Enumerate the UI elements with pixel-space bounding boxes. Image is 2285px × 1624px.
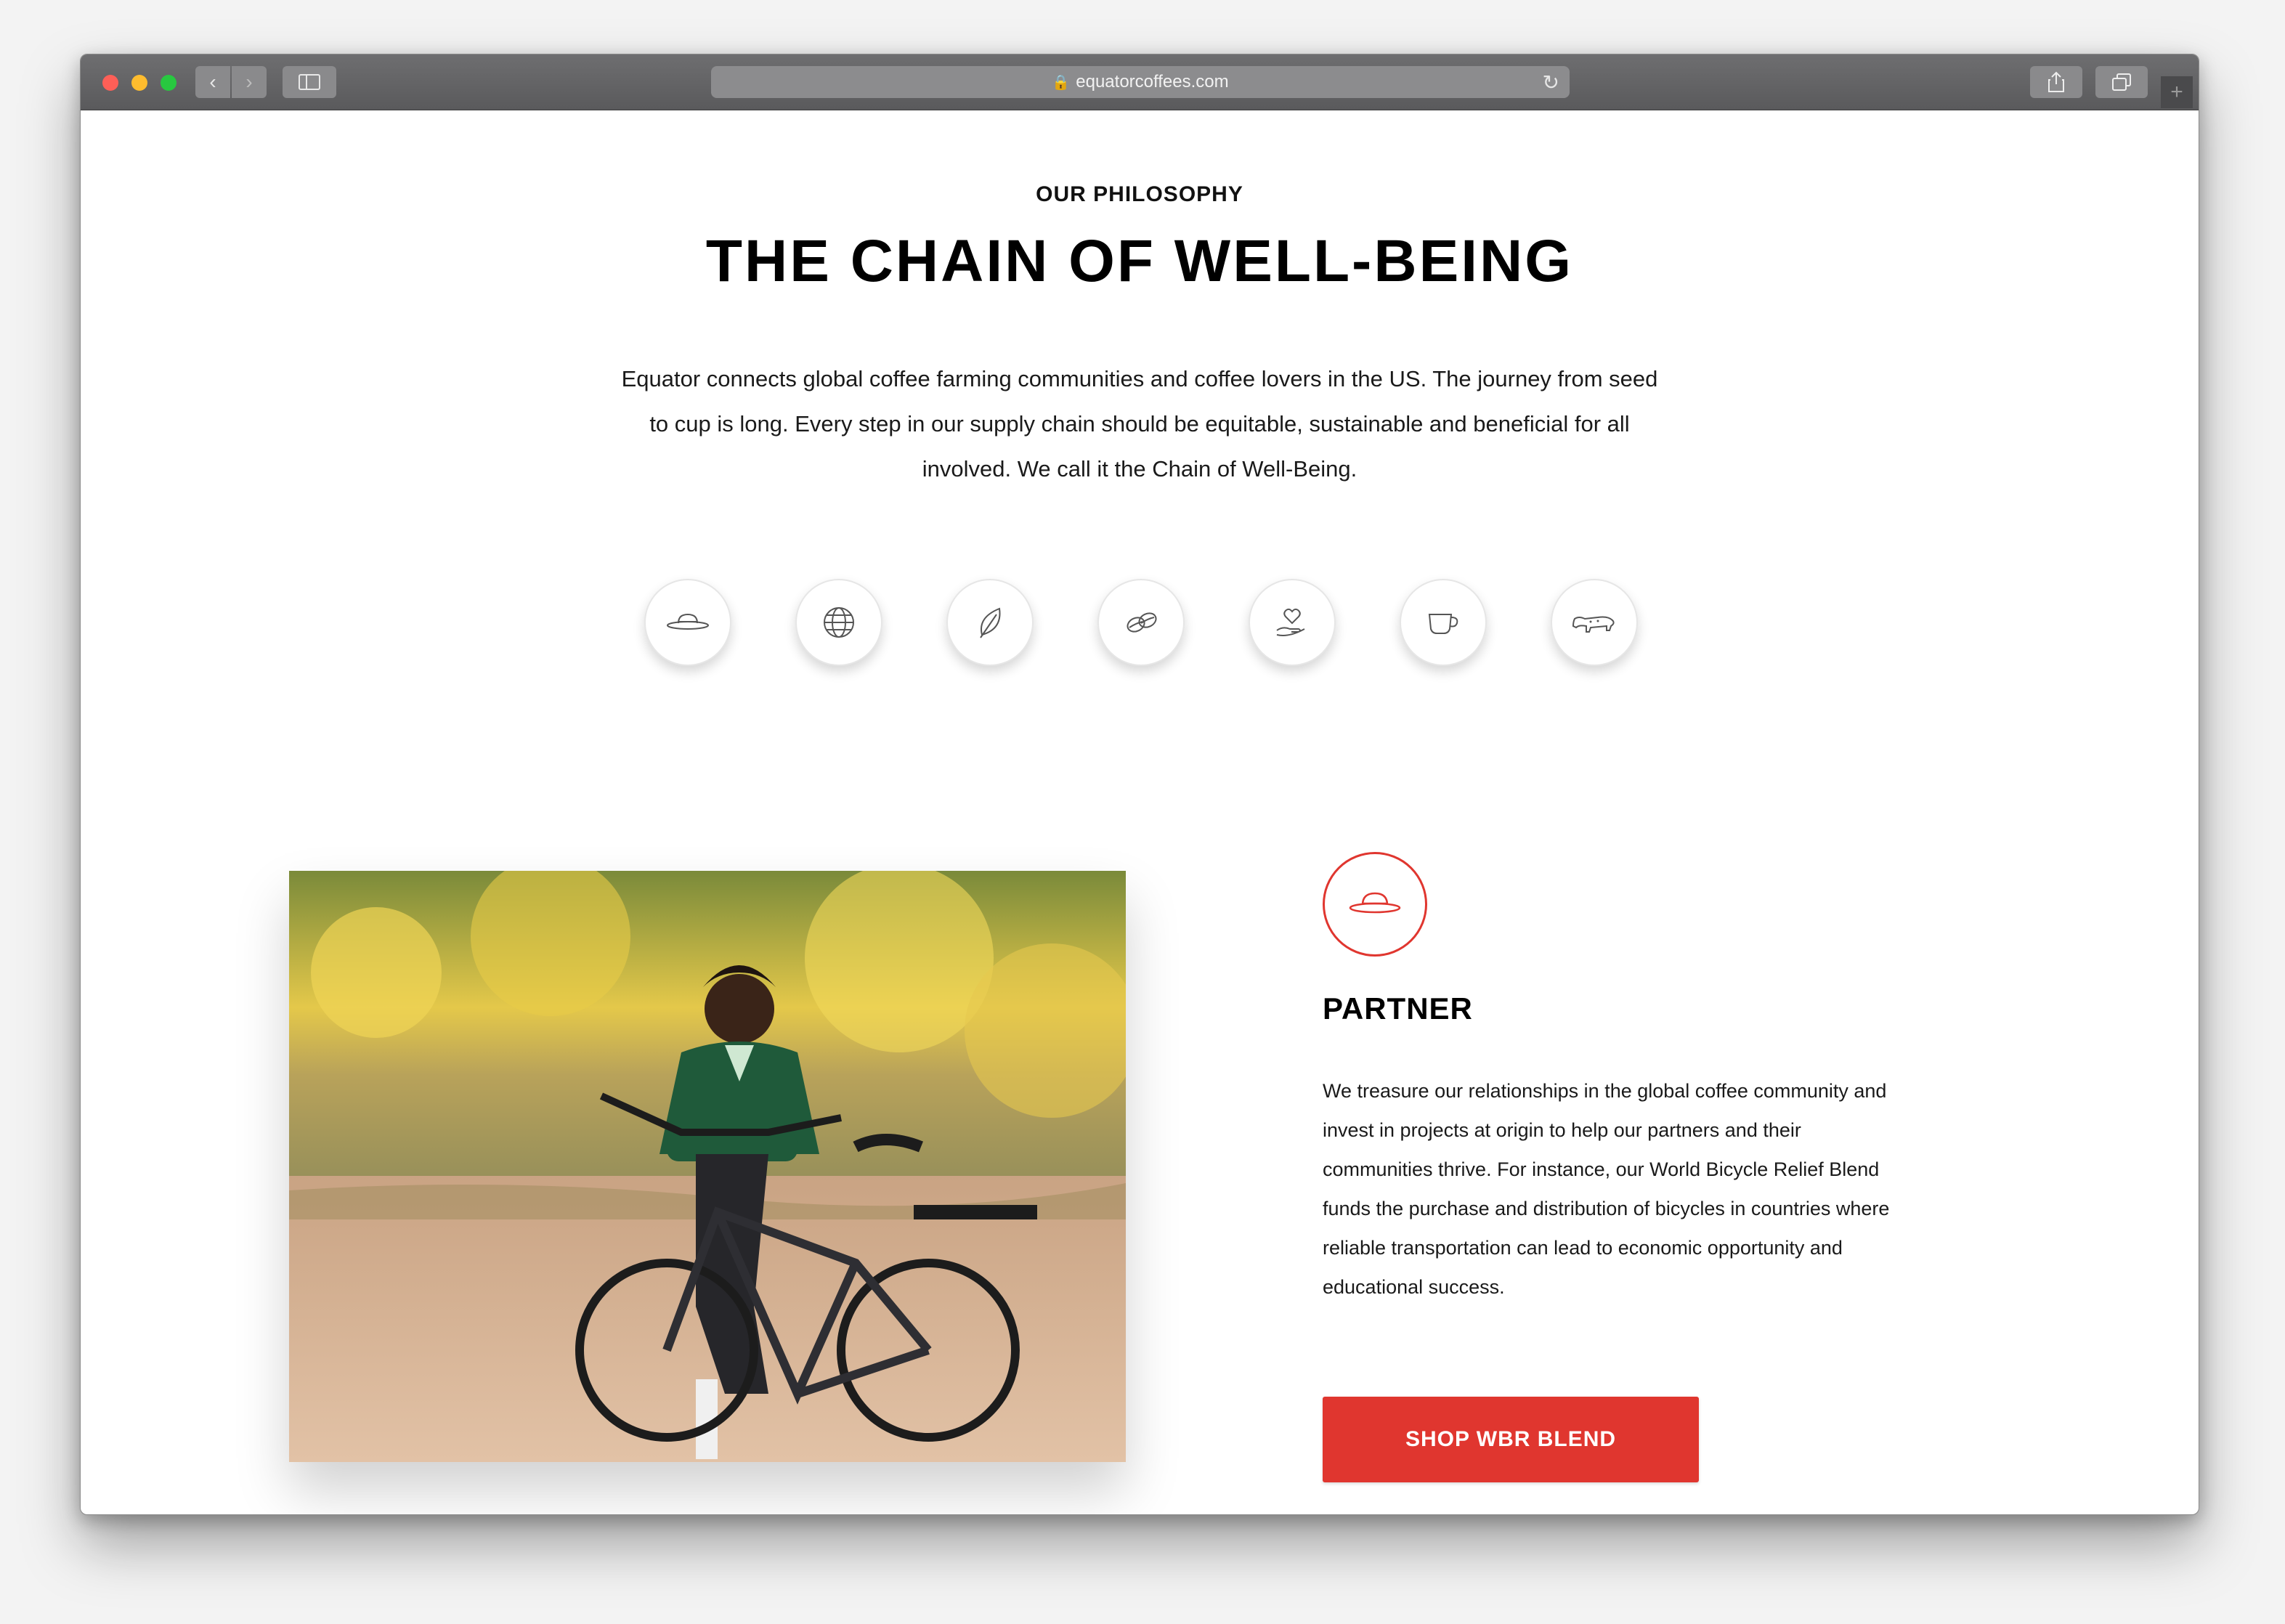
new-tab-button[interactable]: + — [2161, 76, 2193, 108]
tab-overview-button[interactable] — [2095, 66, 2148, 98]
coffee-beans-icon — [1127, 612, 1157, 633]
chain-step-brand[interactable] — [1551, 579, 1638, 666]
chain-icons-row — [644, 579, 1639, 666]
shop-wbr-blend-button[interactable]: SHOP WBR BLEND — [1323, 1397, 1699, 1482]
student-with-bicycle-image — [289, 871, 1126, 1462]
tabs-overview-icon — [2112, 73, 2131, 91]
chain-step-origin[interactable] — [795, 579, 882, 666]
back-button[interactable]: ‹ — [195, 66, 230, 98]
section-eyebrow: OUR PHILOSOPHY — [1036, 182, 1243, 206]
minimize-window-button[interactable] — [131, 75, 147, 91]
feature-photo — [289, 871, 1126, 1462]
chain-step-roasting[interactable] — [1097, 579, 1185, 666]
lock-icon: 🔒 — [1052, 74, 1071, 91]
sidebar-icon — [299, 74, 320, 90]
chevron-right-icon: › — [245, 70, 253, 93]
feature-title: PARTNER — [1323, 991, 1473, 1026]
reload-icon[interactable]: ↻ — [1543, 70, 1559, 94]
page-title: THE CHAIN OF WELL-BEING — [705, 228, 1574, 294]
share-button[interactable] — [2030, 66, 2082, 98]
hat-icon — [1349, 892, 1401, 914]
browser-toolbar: ‹ › 🔒 equatorcoffees.com ↻ + — [81, 54, 2199, 110]
hand-heart-icon — [1276, 608, 1305, 636]
intro-paragraph: Equator connects global coffee farming c… — [621, 366, 1658, 482]
feature-description: We treasure our relationships in the glo… — [1323, 1080, 1890, 1298]
partner-icon-badge — [1323, 852, 1427, 957]
share-icon — [2048, 71, 2064, 92]
chain-step-community[interactable] — [1249, 579, 1336, 666]
chain-step-cafe[interactable] — [1400, 579, 1487, 666]
url-text: equatorcoffees.com — [1076, 72, 1229, 92]
chain-step-sustainability[interactable] — [946, 579, 1034, 666]
plus-icon: + — [2170, 80, 2183, 104]
close-window-button[interactable] — [102, 75, 118, 91]
jaguar-icon — [1572, 616, 1615, 633]
address-bar[interactable]: 🔒 equatorcoffees.com ↻ — [711, 66, 1570, 98]
coffee-cup-icon — [1428, 614, 1458, 634]
leaf-icon — [980, 607, 1001, 638]
forward-button[interactable]: › — [232, 66, 267, 98]
page-content: OUR PHILOSOPHY THE CHAIN OF WELL-BEING E… — [81, 110, 2199, 1514]
chevron-left-icon: ‹ — [209, 70, 216, 93]
hat-icon — [667, 613, 709, 630]
sidebar-toggle-button[interactable] — [283, 66, 336, 98]
chain-step-partner[interactable] — [644, 579, 731, 666]
browser-window: ‹ › 🔒 equatorcoffees.com ↻ + OUR PHILOSO… — [80, 54, 2199, 1515]
globe-icon — [824, 607, 854, 638]
zoom-window-button[interactable] — [161, 75, 176, 91]
